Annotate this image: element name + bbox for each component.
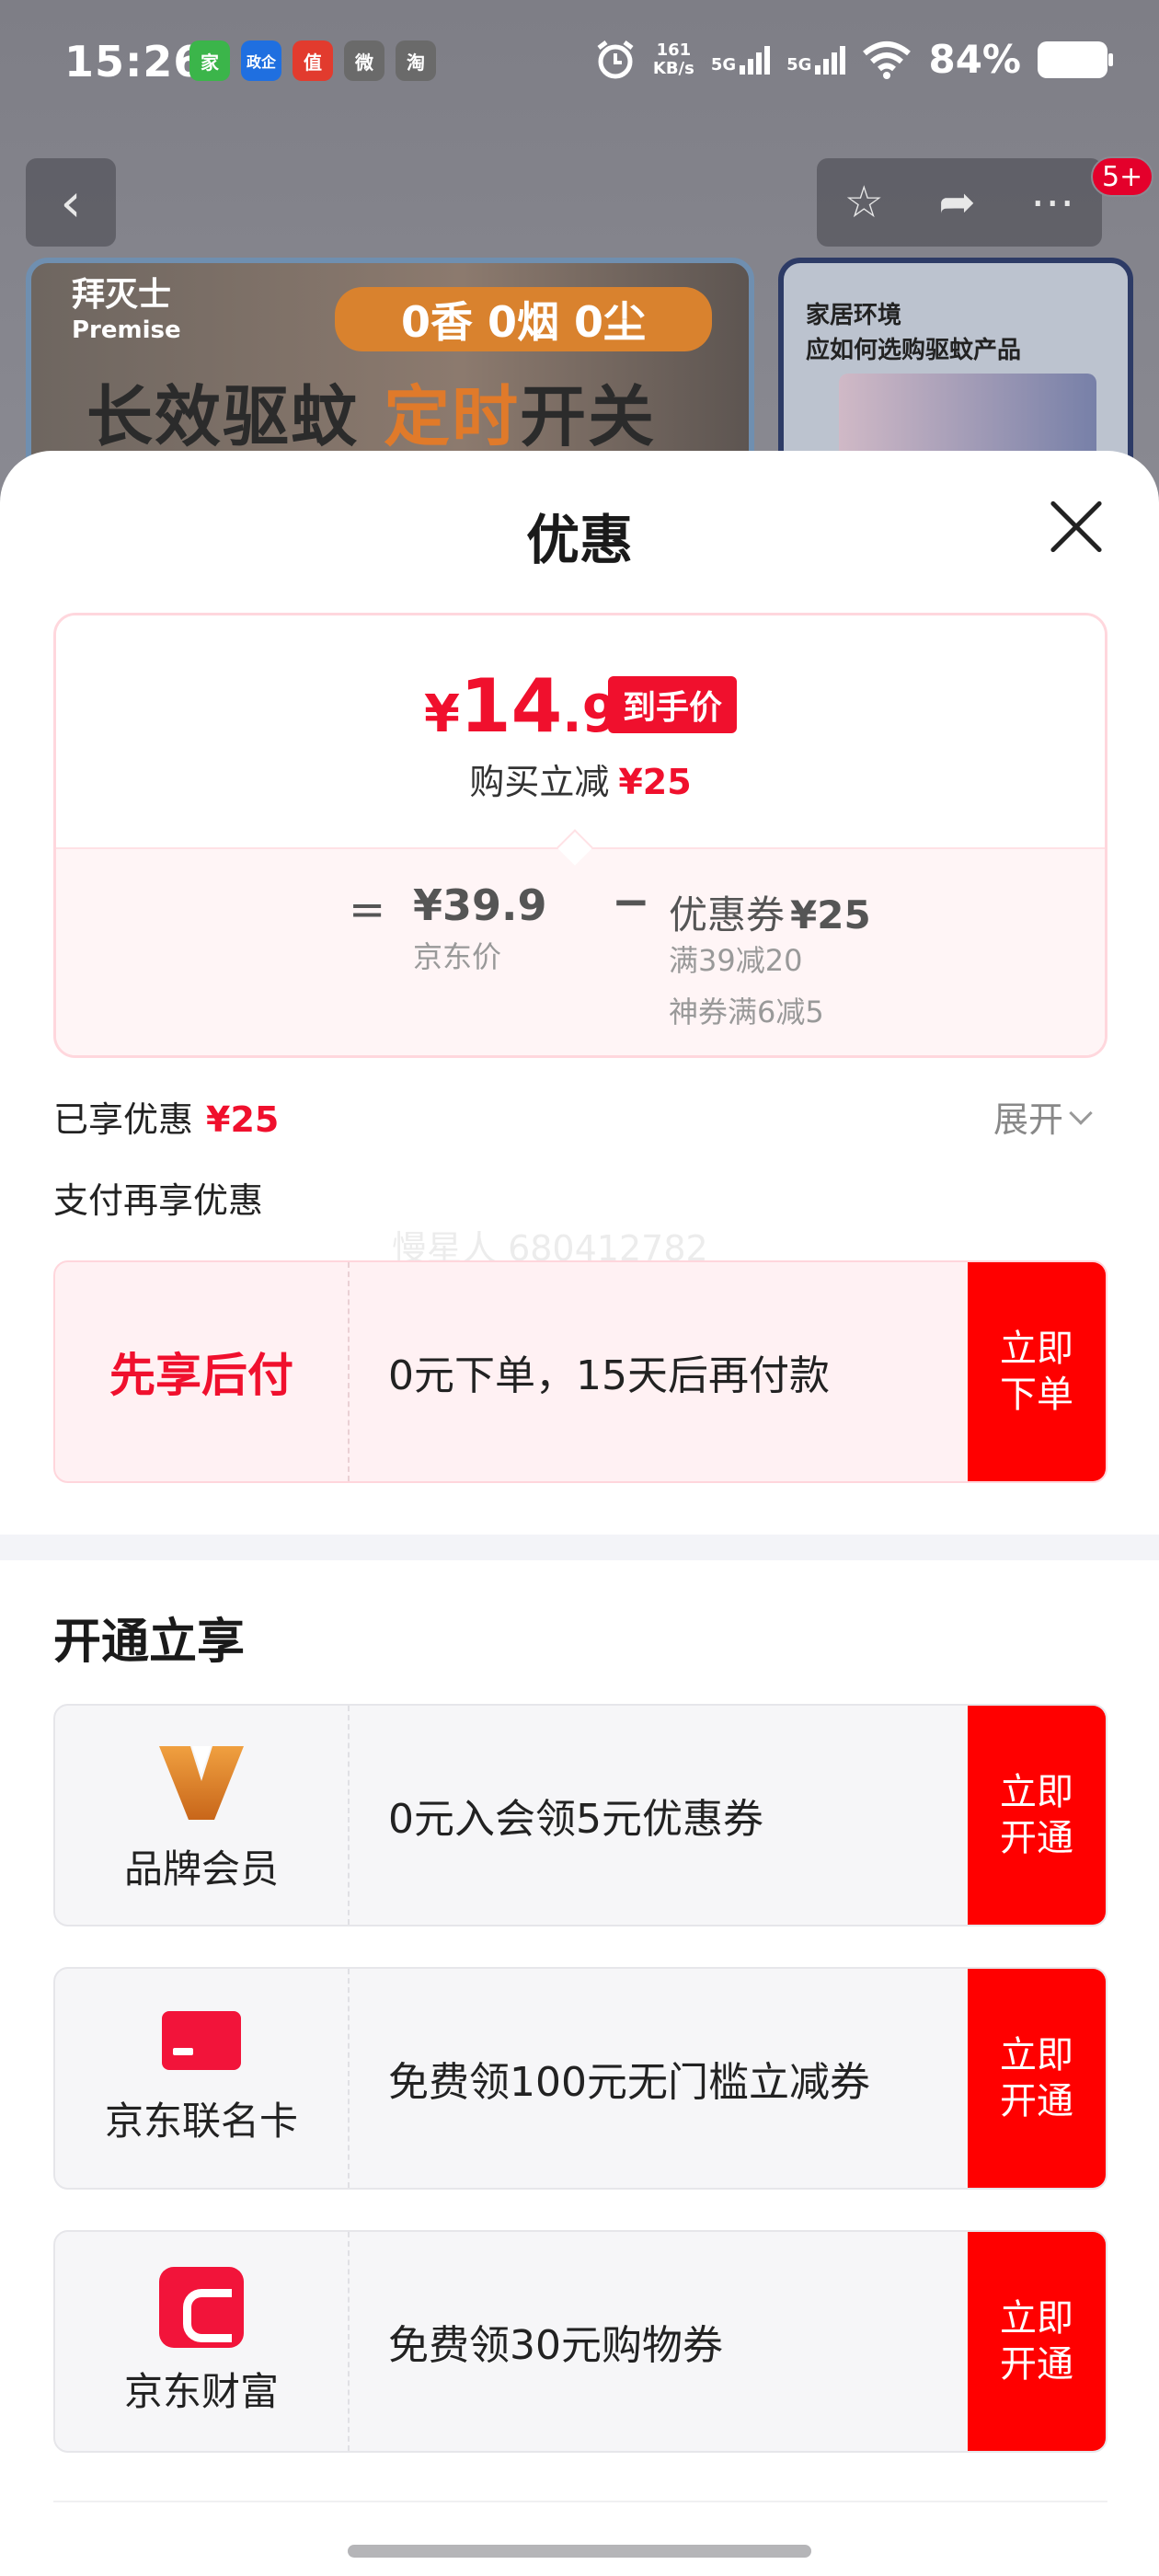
brand-member-v-icon [159,1745,244,1820]
bnpl-description: 0元下单，15天后再付款 [388,1352,830,1399]
signal-2: 5G [786,45,846,75]
top-actions: ☆ ➦ ⋯ [817,158,1102,247]
final-price-tag: 到手价 [608,676,738,733]
enjoyed-discount: 已享优惠 ¥25 [53,1099,280,1140]
status-right: 161 KB/s 5G 5G 84% [594,37,1113,82]
wifi-icon [863,40,912,79]
jd-price-label: 京东价 [413,939,502,974]
pay-more-title: 支付再享优惠 [53,1180,264,1221]
battery-icon [1038,40,1113,78]
final-price-area: ¥14.9 到手价 购买立减 ¥25 [56,615,1105,847]
open-section-title: 开通立享 [53,1615,246,1670]
coupon-total: 优惠券 ¥25 [669,892,871,937]
bottom-divider [53,2501,1107,2502]
battery-percent: 84% [928,37,1021,82]
signal-bars-icon [740,45,771,75]
minus-sign: − [612,875,650,928]
credit-card-icon [162,2010,241,2070]
background-product-page: 15:26 家 政企 值 微 淘 161 KB/s 5G 5G 84% ‹ ☆ ➦… [0,0,1159,515]
price-breakdown-card: ¥14.9 到手价 购买立减 ¥25 = ¥39.9 京东价 − 优惠券 ¥25 满… [53,613,1107,1058]
back-button[interactable]: ‹ [26,158,116,247]
coupon-rule: 满39减20 [669,943,803,978]
purchase-reduction: 购买立减 ¥25 [469,762,692,802]
brand-member-offer: 品牌会员 0元入会领5元优惠券 立即开通 [53,1704,1107,1926]
jd-wealth-icon [159,2266,244,2348]
status-bar: 15:26 家 政企 值 微 淘 161 KB/s 5G 5G 84% [0,0,1159,129]
discount-sheet: 优惠 ¥14.9 到手价 购买立减 ¥25 = ¥39.9 京东价 − 优惠券 ¥2… [0,451,1159,2576]
gov-app-icon: 政企 [241,40,281,81]
offer-name: 京东财富 [123,2368,279,2414]
offer-description: 免费领30元购物券 [388,2322,723,2369]
more-icon[interactable]: ⋯ [1030,177,1074,228]
order-now-button[interactable]: 立即下单 [968,1262,1106,1481]
section-divider [0,1535,1159,1560]
status-app-icons: 家 政企 值 微 淘 [189,40,436,81]
taobao-icon: 淘 [396,40,436,81]
wealth-label-area: 京东财富 [55,2232,350,2451]
offer-description: 0元入会领5元优惠券 [388,1796,763,1843]
banner-pill: 0香 0烟 0尘 [335,287,712,351]
close-button[interactable] [1039,489,1113,563]
home-indicator[interactable] [348,2545,811,2558]
bnpl-label-area: 先享后付 [55,1262,350,1481]
final-price: ¥14.9 [424,663,618,749]
signal-bars-icon [815,45,846,75]
price-calculation: = ¥39.9 京东价 − 优惠券 ¥25 满39减20 神券满6减5 [56,847,1105,1055]
message-badge: 5+ [1091,156,1154,197]
equals-sign: = [349,884,386,936]
offer-name: 品牌会员 [123,1846,279,1892]
jd-cobrand-card-offer: 京东联名卡 免费领100元无门槛立减券 立即开通 [53,1967,1107,2190]
open-now-button[interactable]: 立即开通 [968,1969,1106,2188]
expand-toggle[interactable]: 展开 [993,1091,1093,1142]
alarm-icon [597,40,634,78]
zhi-app-icon: 值 [293,40,333,81]
bnpl-offer: 先享后付 0元下单，15天后再付款 立即下单 [53,1260,1107,1483]
wechat-icon: 微 [344,40,384,81]
side-card-title: 家居环境 应如何选购驱蚊产品 [806,302,1022,364]
banner-title: 长效驱蚊 定时开关 [86,378,657,455]
open-now-button[interactable]: 立即开通 [968,2232,1106,2451]
banner-brand-logo: 拜灭士 Premise [72,276,181,345]
favorite-star-icon[interactable]: ☆ [844,177,884,228]
open-now-button[interactable]: 立即开通 [968,1706,1106,1925]
brand-member-label-area: 品牌会员 [55,1706,350,1925]
sheet-title: 优惠 [525,509,633,571]
offer-description: 免费领100元无门槛立减券 [388,2059,870,2106]
signal-1: 5G [711,45,771,75]
bnpl-name: 先享后付 [109,1349,293,1402]
offer-name: 京东联名卡 [104,2098,298,2144]
home-app-icon: 家 [189,40,230,81]
jd-wealth-offer: 京东财富 免费领30元购物券 立即开通 [53,2230,1107,2453]
coupon-rule: 神券满6减5 [669,995,824,1029]
status-time: 15:26 [64,37,204,86]
cobrand-label-area: 京东联名卡 [55,1969,350,2188]
jd-price: ¥39.9 [413,880,547,930]
net-speed: 161 KB/s [652,40,694,78]
chevron-down-icon [1069,1100,1093,1125]
share-icon[interactable]: ➦ [938,177,975,228]
